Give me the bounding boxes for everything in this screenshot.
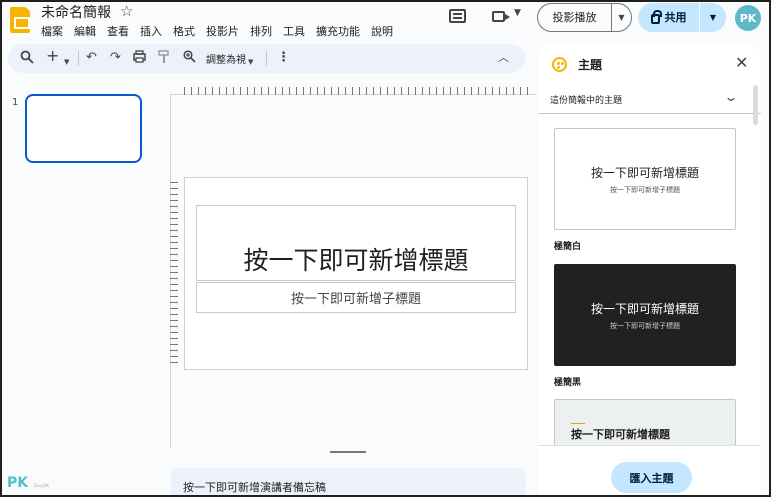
theme-name: 極簡黑	[554, 378, 582, 388]
menu-arrange[interactable]: 排列	[250, 23, 272, 39]
slide-number: 1	[12, 97, 19, 108]
slide-canvas[interactable]: 按一下即可新增標題 按一下即可新增子標題	[184, 177, 528, 370]
share-button[interactable]: 共用 ▼	[638, 3, 726, 32]
speaker-notes-placeholder: 按一下即可新增演講者備忘稿	[183, 481, 326, 494]
add-icon[interactable]: +	[46, 48, 59, 64]
notes-resize-handle[interactable]	[330, 451, 366, 453]
slideshow-button[interactable]: 投影播放 ▼	[537, 3, 632, 32]
undo-icon[interactable]: ↶	[86, 50, 97, 66]
close-icon[interactable]: ✕	[735, 55, 748, 71]
chevron-down-icon[interactable]: ▼	[514, 8, 521, 18]
toolbar: + ▼ ↶ ↷ 調整為視 ▼ ⋮ ︿	[8, 44, 525, 73]
menu-edit[interactable]: 編輯	[74, 23, 96, 39]
share-label: 共用	[664, 11, 687, 24]
menu-bar: 檔案 編輯 查看 插入 格式 投影片 排列 工具 擴充功能 說明	[41, 23, 404, 39]
chevron-down-icon[interactable]: ⌄	[723, 90, 738, 104]
slides-logo-icon[interactable]	[10, 7, 30, 33]
theme-preview-title: 按一下即可新增標題	[571, 428, 670, 441]
theme-name: 極簡白	[554, 242, 582, 252]
theme-accent-line	[571, 423, 585, 424]
redo-icon[interactable]: ↷	[110, 50, 121, 66]
zoom-icon[interactable]	[183, 50, 196, 68]
slide-thumbnail[interactable]	[25, 94, 142, 163]
star-icon[interactable]: ☆	[120, 2, 133, 20]
menu-view[interactable]: 查看	[107, 23, 129, 39]
menu-slide[interactable]: 投影片	[206, 23, 239, 39]
speaker-notes[interactable]: 按一下即可新增演講者備忘稿	[171, 468, 526, 497]
theme-panel: 主題 ✕ 這份簡報中的主題 ⌄ 按一下即可新增標題 按一下即可新增子標題 極簡白…	[538, 44, 761, 497]
lock-icon	[650, 10, 662, 24]
subtitle-placeholder-text: 按一下即可新增子標題	[290, 292, 421, 307]
menu-file[interactable]: 檔案	[41, 23, 63, 39]
theme-card-simple-light[interactable]: 按一下即可新增標題 按一下即可新增子標題	[554, 128, 736, 230]
search-icon[interactable]	[20, 50, 34, 69]
paint-format-icon[interactable]	[158, 50, 170, 69]
zoom-select[interactable]: 調整為視	[206, 51, 246, 66]
more-icon[interactable]: ⋮	[277, 50, 290, 66]
toolbar-divider	[78, 51, 79, 66]
palette-icon	[552, 57, 567, 72]
add-dropdown-icon[interactable]: ▼	[64, 54, 69, 70]
menu-help[interactable]: 說明	[371, 23, 393, 39]
theme-preview-subtitle: 按一下即可新增子標題	[610, 185, 680, 194]
menu-insert[interactable]: 插入	[140, 23, 162, 39]
share-dropdown-icon[interactable]: ▼	[700, 13, 726, 22]
title-placeholder[interactable]: 按一下即可新增標題	[196, 205, 516, 281]
menu-extensions[interactable]: 擴充功能	[316, 23, 360, 39]
slideshow-label[interactable]: 投影播放	[538, 4, 612, 31]
vertical-ruler[interactable]	[170, 182, 178, 367]
video-call-icon[interactable]	[492, 11, 510, 22]
subtitle-placeholder[interactable]: 按一下即可新增子標題	[196, 282, 516, 313]
zoom-dropdown-icon[interactable]: ▼	[248, 54, 253, 70]
panel-title: 主題	[578, 58, 603, 72]
section-divider	[538, 113, 761, 114]
import-theme-button[interactable]: 匯入主題	[611, 462, 692, 493]
share-main[interactable]: 共用	[638, 3, 700, 32]
scrollbar[interactable]	[753, 85, 758, 125]
slideshow-dropdown-icon[interactable]: ▼	[612, 13, 631, 22]
menu-format[interactable]: 格式	[173, 23, 195, 39]
avatar[interactable]: PK	[735, 5, 761, 31]
theme-preview-title: 按一下即可新增標題	[590, 165, 699, 180]
theme-preview-subtitle: 按一下即可新增子標題	[610, 321, 680, 330]
print-icon[interactable]	[133, 50, 146, 68]
title-placeholder-text: 按一下即可新增標題	[243, 246, 469, 275]
horizontal-ruler[interactable]	[184, 87, 529, 95]
document-title[interactable]: 未命名簡報	[41, 2, 111, 22]
watermark-logo: PK	[7, 475, 29, 491]
menu-tools[interactable]: 工具	[283, 23, 305, 39]
panel-footer: 匯入主題	[538, 445, 761, 497]
toolbar-divider	[266, 51, 267, 66]
collapse-icon[interactable]: ︿	[498, 50, 509, 66]
theme-preview-title: 按一下即可新增標題	[590, 301, 699, 316]
theme-section-label[interactable]: 這份簡報中的主題	[550, 93, 622, 106]
watermark-subtext: EasyDK	[34, 483, 50, 488]
comment-icon[interactable]	[449, 9, 466, 23]
theme-card-simple-dark[interactable]: 按一下即可新增標題 按一下即可新增子標題	[554, 264, 736, 366]
